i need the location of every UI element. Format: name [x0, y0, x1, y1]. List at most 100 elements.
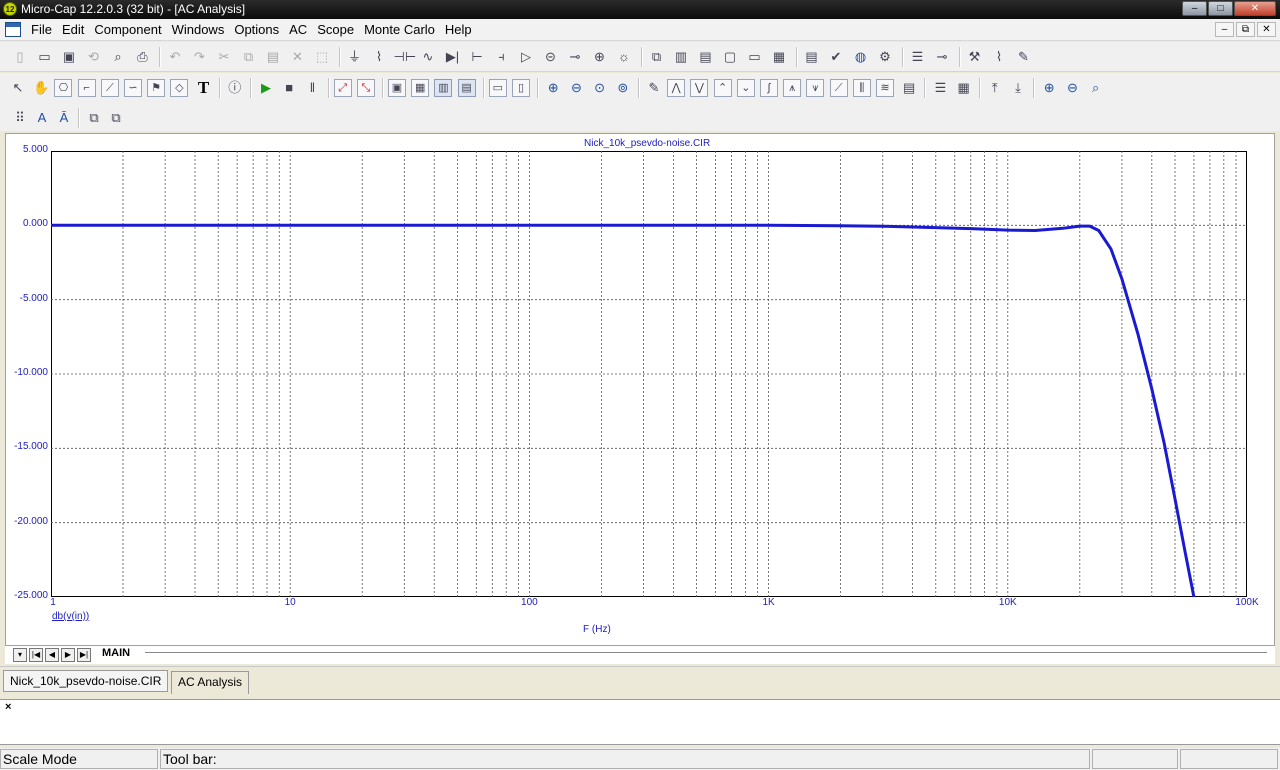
tile-horizontal-icon[interactable]: ▤ — [696, 47, 716, 67]
magnify-icon[interactable]: ⌕ — [1086, 78, 1106, 98]
close-button[interactable]: ✕ — [1234, 1, 1276, 16]
menu-ac[interactable]: AC — [284, 22, 312, 38]
high-icon[interactable]: ⌃ — [713, 79, 732, 97]
clipboard-icon[interactable]: ▤ — [899, 78, 919, 98]
capacitor-icon[interactable]: ⊣⊢ — [394, 47, 417, 67]
flag-icon[interactable]: ⚑ — [147, 79, 166, 97]
tools-icon[interactable]: ⚒ — [965, 47, 985, 67]
valley-icon[interactable]: ⋁ — [690, 79, 709, 97]
window-cascade-icon[interactable]: ⧉ — [647, 47, 667, 67]
menu-help[interactable]: Help — [440, 22, 477, 38]
grid-icon[interactable]: ▦ — [411, 79, 430, 97]
battery-icon[interactable]: ⫞ — [492, 47, 512, 67]
ground-icon[interactable]: ⏚ — [345, 47, 365, 67]
horizontal-line-icon[interactable]: ▭ — [488, 79, 507, 97]
open-file-icon[interactable]: ▭ — [35, 47, 55, 67]
edit-chart-icon[interactable]: ✎ — [1014, 47, 1034, 67]
zoom-in-small-icon[interactable]: ⊕ — [1039, 78, 1059, 98]
animate-icon[interactable]: ✎ — [644, 78, 664, 98]
copy-format-icon[interactable]: ⧉ — [84, 108, 104, 128]
menu-monte-carlo[interactable]: Monte Carlo — [359, 22, 440, 38]
grid-dots-icon[interactable]: ⠿ — [10, 108, 30, 128]
page-tab-main[interactable]: MAIN — [102, 647, 130, 659]
pause-icon[interactable]: ‖ — [302, 78, 322, 98]
calendar-icon[interactable]: ▦ — [954, 78, 974, 98]
print-preview-icon[interactable]: ⌕ — [108, 47, 128, 67]
delete-icon[interactable]: ✕ — [288, 47, 308, 67]
auto-scale-icon[interactable]: ⤡ — [356, 79, 375, 97]
mdi-close-button[interactable]: ✕ — [1257, 22, 1276, 37]
tile-vertical-icon[interactable]: ▥ — [671, 47, 691, 67]
restore-button[interactable]: □ — [1208, 1, 1233, 16]
info-icon[interactable]: ⓘ — [225, 78, 245, 98]
source-icon[interactable]: ⊝ — [541, 47, 561, 67]
trace-label[interactable]: db(v(in)) — [52, 611, 89, 622]
mdi-minimize-button[interactable]: – — [1215, 22, 1234, 37]
slope-icon[interactable]: ⟋ — [829, 79, 848, 97]
diode-icon[interactable]: ▶| — [443, 47, 463, 67]
paste-format-icon[interactable]: ⧉ — [106, 108, 126, 128]
menu-scope[interactable]: Scope — [312, 22, 359, 38]
minimize-button[interactable]: – — [1182, 1, 1207, 16]
chart-icon[interactable]: ⌇ — [989, 47, 1009, 67]
properties-icon[interactable]: ☰ — [930, 78, 950, 98]
import-icon[interactable]: ⤓ — [1008, 78, 1028, 98]
prev-page-button[interactable]: ◀ — [45, 648, 59, 662]
stop-icon[interactable]: ■ — [279, 78, 299, 98]
menu-file[interactable]: File — [26, 22, 57, 38]
calculator-icon[interactable]: ▦ — [769, 47, 789, 67]
first-page-button[interactable]: |◀ — [29, 648, 43, 662]
last-page-button[interactable]: ▶| — [77, 648, 91, 662]
single-window-icon[interactable]: ▭ — [745, 47, 765, 67]
window-icon[interactable]: ▢ — [720, 47, 740, 67]
export-icon[interactable]: ⤒ — [985, 78, 1005, 98]
close-output-icon[interactable]: × — [5, 701, 11, 713]
inflection-icon[interactable]: ∫ — [760, 79, 778, 97]
redo-icon[interactable]: ↷ — [190, 47, 210, 67]
globe-icon[interactable]: ◍ — [851, 47, 871, 67]
undo-icon[interactable]: ↶ — [165, 47, 185, 67]
probe-icon[interactable]: ⊸ — [932, 47, 952, 67]
next-page-button[interactable]: ▶ — [61, 648, 75, 662]
font-color-icon[interactable]: Ā — [54, 108, 74, 128]
vertical-line-icon[interactable]: ▯ — [512, 79, 530, 97]
new-file-icon[interactable]: ▯ — [10, 47, 30, 67]
revert-icon[interactable]: ⟲ — [84, 47, 104, 67]
bezier-icon[interactable]: ∽ — [124, 79, 142, 97]
run-icon[interactable]: ▶ — [256, 78, 276, 98]
global-high-icon[interactable]: ⩚ — [783, 79, 802, 97]
plot-properties-icon[interactable]: ▣ — [388, 79, 406, 97]
check-icon[interactable]: ✔ — [826, 47, 846, 67]
tab-ac-analysis[interactable]: AC Analysis — [171, 671, 250, 694]
tokens-icon[interactable]: ▥ — [434, 79, 453, 97]
switch-icon[interactable]: ⊸ — [565, 47, 585, 67]
component-library-icon[interactable]: ▤ — [802, 47, 822, 67]
tab-circuit[interactable]: Nick_10k_psevdo-noise.CIR — [3, 670, 169, 692]
page-menu-button[interactable]: ▾ — [13, 648, 27, 662]
menu-component[interactable]: Component — [89, 22, 166, 38]
low-icon[interactable]: ⌄ — [736, 79, 755, 97]
zoom-in-icon[interactable]: ⊕ — [543, 78, 563, 98]
zoom-select-icon[interactable]: ⊚ — [613, 78, 633, 98]
print-icon[interactable]: ⎙ — [133, 47, 153, 67]
save-icon[interactable]: ▣ — [59, 47, 79, 67]
diagonal-wire-icon[interactable]: ⟋ — [100, 79, 119, 97]
paste-icon[interactable]: ▤ — [263, 47, 283, 67]
cut-icon[interactable]: ✂ — [214, 47, 234, 67]
list-icon[interactable]: ☰ — [908, 47, 928, 67]
select-all-icon[interactable]: ⬚ — [312, 47, 332, 67]
zoom-out-small-icon[interactable]: ⊖ — [1062, 78, 1082, 98]
x-value-icon[interactable]: ⫼ — [852, 79, 871, 97]
mdi-restore-button[interactable]: ⧉ — [1236, 22, 1255, 37]
plot-frame[interactable] — [51, 151, 1247, 597]
menu-options[interactable]: Options — [229, 22, 284, 38]
y-value-icon[interactable]: ≋ — [876, 79, 894, 97]
text-icon[interactable]: T — [194, 78, 214, 98]
zoom-fit-icon[interactable]: ⊙ — [590, 78, 610, 98]
copy-icon[interactable]: ⧉ — [239, 47, 259, 67]
pan-hand-icon[interactable]: ✋ — [31, 78, 51, 98]
font-icon[interactable]: A — [32, 108, 52, 128]
inductor-icon[interactable]: ∿ — [418, 47, 438, 67]
resistor-icon[interactable]: ⌇ — [369, 47, 389, 67]
opamp-icon[interactable]: ▷ — [516, 47, 536, 67]
